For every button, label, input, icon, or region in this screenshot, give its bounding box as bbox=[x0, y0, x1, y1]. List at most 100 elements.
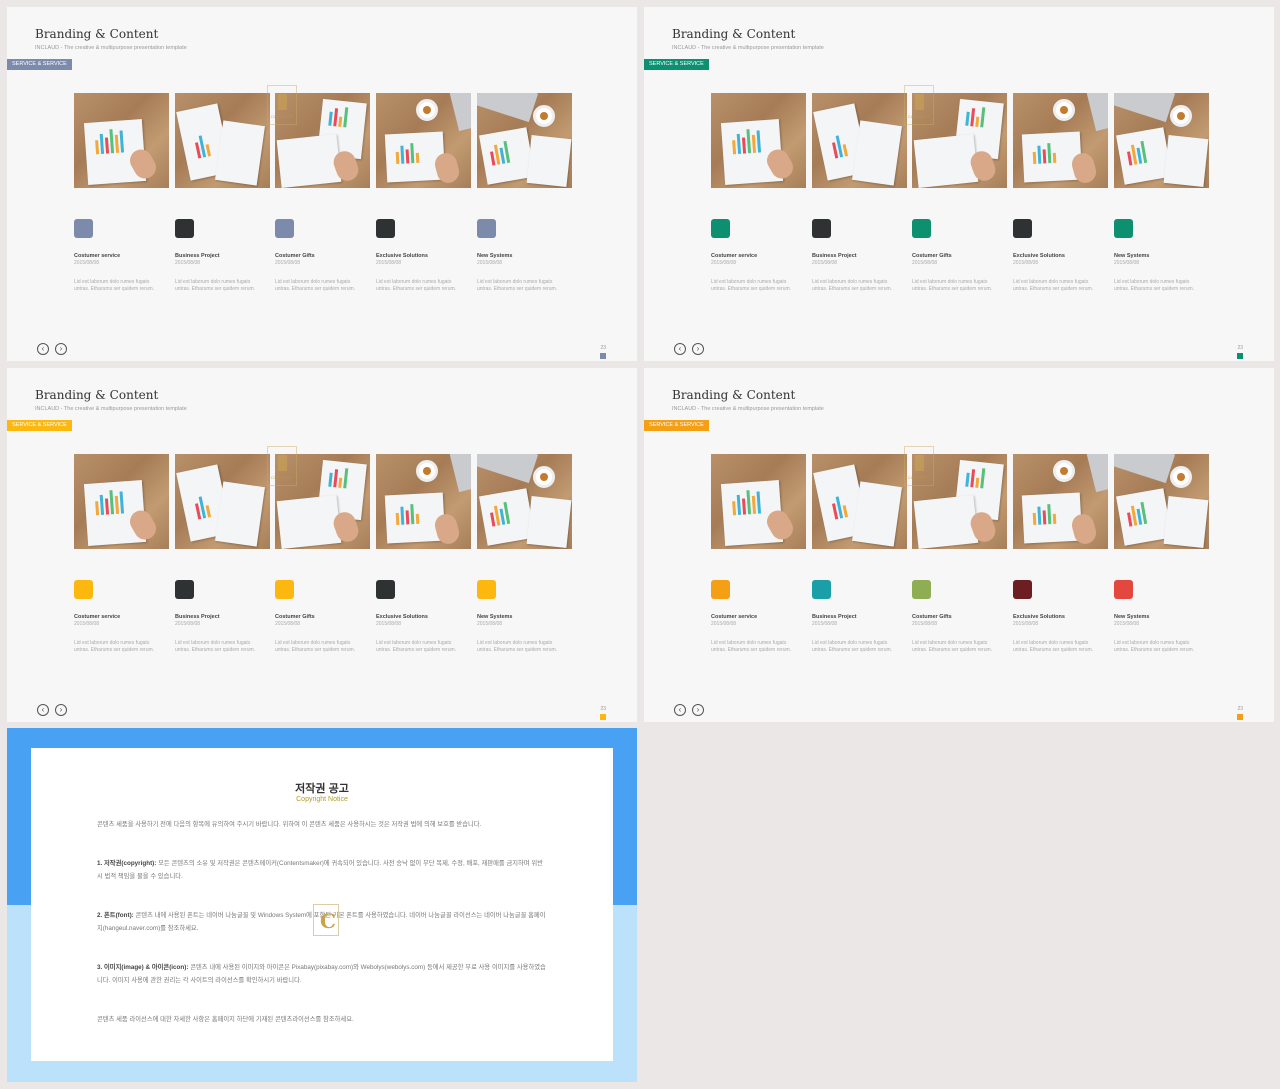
prev-arrow-icon[interactable]: ‹ bbox=[674, 704, 686, 716]
service-date: 2015/08/08 bbox=[1114, 621, 1140, 627]
page-marker bbox=[600, 714, 606, 720]
desk-photo-1 bbox=[74, 454, 169, 549]
slide-title: Branding & Content bbox=[672, 27, 796, 41]
service-item: Costumer service 2015/08/08 Lid est laboru… bbox=[74, 219, 169, 293]
service-color-square bbox=[912, 580, 931, 599]
service-item: New Systems 2015/08/08 Lid est laborum dol… bbox=[1114, 219, 1209, 293]
service-name: Costumer service bbox=[74, 614, 121, 620]
service-date: 2015/08/08 bbox=[1114, 260, 1140, 266]
page-marker bbox=[1237, 353, 1243, 359]
service-color-square bbox=[376, 580, 395, 599]
service-item: Exclusive Solutions 2015/08/08 Lid est lab… bbox=[376, 219, 471, 293]
service-name: Exclusive Solutions bbox=[1013, 614, 1065, 620]
service-name: Business Project bbox=[812, 253, 857, 259]
service-item: New Systems 2015/08/08 Lid est laborum dol… bbox=[477, 219, 572, 293]
watermark-logo-icon: CONCEPTS bbox=[904, 446, 934, 486]
service-date: 2015/08/08 bbox=[275, 621, 301, 627]
slide-variant-3: Branding & Content INCLAUD - The creative… bbox=[7, 368, 637, 722]
copyright-section-2-title: 2. 폰트(font): bbox=[97, 912, 134, 919]
copyright-slide: 저작권 공고 Copyright Notice 콘텐츠 세품을 사용하기 전에 … bbox=[7, 728, 637, 1082]
service-item: Costumer Gifts 2015/08/08 Lid est laborum … bbox=[912, 219, 1007, 293]
service-description: Lid est laborum dolo rumes fugats untras… bbox=[912, 640, 993, 653]
service-description: Lid est laborum dolo rumes fugats untras… bbox=[74, 279, 155, 292]
slide-subtitle: INCLAUD - The creative & multipurpose pr… bbox=[35, 45, 187, 51]
prev-arrow-icon[interactable]: ‹ bbox=[37, 343, 49, 355]
service-date: 2015/08/08 bbox=[711, 621, 737, 627]
service-date: 2015/08/08 bbox=[1013, 621, 1039, 627]
desk-photo-1 bbox=[711, 454, 806, 549]
service-description: Lid est laborum dolo rumes fugats untras… bbox=[275, 640, 356, 653]
desk-photo-4 bbox=[376, 454, 471, 549]
service-date: 2015/08/08 bbox=[1013, 260, 1039, 266]
copyright-title: 저작권 공고 bbox=[295, 783, 349, 795]
service-color-square bbox=[477, 219, 496, 238]
service-name: Business Project bbox=[175, 614, 220, 620]
service-description: Lid est laborum dolo rumes fugats untras… bbox=[175, 279, 256, 292]
prev-arrow-icon[interactable]: ‹ bbox=[674, 343, 686, 355]
service-name: New Systems bbox=[1114, 614, 1150, 620]
service-name: New Systems bbox=[477, 614, 513, 620]
service-item: Costumer Gifts 2015/08/08 Lid est laborum … bbox=[275, 580, 370, 654]
desk-photo-5 bbox=[477, 454, 572, 549]
service-name: Costumer service bbox=[74, 253, 121, 259]
page-number: 23 bbox=[600, 706, 606, 712]
desk-photo-4 bbox=[1013, 454, 1108, 549]
service-date: 2015/08/08 bbox=[74, 621, 100, 627]
service-item: Business Project 2015/08/08 Lid est laboru… bbox=[175, 219, 270, 293]
next-arrow-icon[interactable]: › bbox=[692, 704, 704, 716]
service-name: Business Project bbox=[812, 614, 857, 620]
desk-photo-2 bbox=[175, 454, 270, 549]
page-marker bbox=[1237, 714, 1243, 720]
slide-title: Branding & Content bbox=[672, 388, 796, 402]
service-color-square bbox=[74, 580, 93, 599]
next-arrow-icon[interactable]: › bbox=[692, 343, 704, 355]
desk-photo-5 bbox=[1114, 93, 1209, 188]
copyright-card: 저작권 공고 Copyright Notice 콘텐츠 세품을 사용하기 전에 … bbox=[31, 748, 613, 1061]
watermark-text: CONCEPTS bbox=[270, 114, 294, 119]
slide-variant-1: Branding & Content INCLAUD - The creative… bbox=[7, 7, 637, 361]
service-date: 2015/08/08 bbox=[376, 621, 402, 627]
service-color-square bbox=[1114, 219, 1133, 238]
service-item: Business Project 2015/08/08 Lid est laboru… bbox=[812, 580, 907, 654]
service-description: Lid est laborum dolo rumes fugats untras… bbox=[376, 279, 457, 292]
prev-arrow-icon[interactable]: ‹ bbox=[37, 704, 49, 716]
service-item: Exclusive Solutions 2015/08/08 Lid est lab… bbox=[1013, 580, 1108, 654]
service-name: Exclusive Solutions bbox=[376, 253, 428, 259]
page-marker bbox=[600, 353, 606, 359]
watermark-logo-icon: CONCEPTS bbox=[904, 85, 934, 125]
service-color-square bbox=[812, 580, 831, 599]
service-date: 2015/08/08 bbox=[812, 621, 838, 627]
service-date: 2015/08/08 bbox=[175, 621, 201, 627]
service-date: 2015/08/08 bbox=[477, 260, 503, 266]
photo-strip bbox=[711, 93, 1209, 188]
service-color-square bbox=[711, 219, 730, 238]
watermark-text: CONCEPTS bbox=[270, 475, 294, 480]
next-arrow-icon[interactable]: › bbox=[55, 704, 67, 716]
slide-title: Branding & Content bbox=[35, 27, 159, 41]
service-color-square bbox=[275, 219, 294, 238]
service-color-square bbox=[912, 219, 931, 238]
next-arrow-icon[interactable]: › bbox=[55, 343, 67, 355]
desk-photo-4 bbox=[1013, 93, 1108, 188]
service-color-square bbox=[275, 580, 294, 599]
service-date: 2015/08/08 bbox=[812, 260, 838, 266]
photo-strip bbox=[74, 93, 572, 188]
service-item: New Systems 2015/08/08 Lid est laborum dol… bbox=[477, 580, 572, 654]
desk-photo-5 bbox=[477, 93, 572, 188]
service-description: Lid est laborum dolo rumes fugats untras… bbox=[477, 640, 558, 653]
watermark-text: CONCEPTS bbox=[907, 114, 931, 119]
service-date: 2015/08/08 bbox=[376, 260, 402, 266]
copyright-subtitle: Copyright Notice bbox=[296, 796, 348, 803]
service-badge: SERVICE & SERVICE bbox=[644, 59, 709, 70]
slide-variant-4: Branding & Content INCLAUD - The creative… bbox=[644, 368, 1274, 722]
service-name: Costumer service bbox=[711, 253, 758, 259]
service-name: New Systems bbox=[477, 253, 513, 259]
service-name: Business Project bbox=[175, 253, 220, 259]
service-date: 2015/08/08 bbox=[477, 621, 503, 627]
slide-subtitle: INCLAUD - The creative & multipurpose pr… bbox=[35, 406, 187, 412]
service-color-square bbox=[711, 580, 730, 599]
service-item: Exclusive Solutions 2015/08/08 Lid est lab… bbox=[1013, 219, 1108, 293]
service-item: Business Project 2015/08/08 Lid est laboru… bbox=[175, 580, 270, 654]
service-date: 2015/08/08 bbox=[175, 260, 201, 266]
service-name: Costumer Gifts bbox=[275, 253, 315, 259]
